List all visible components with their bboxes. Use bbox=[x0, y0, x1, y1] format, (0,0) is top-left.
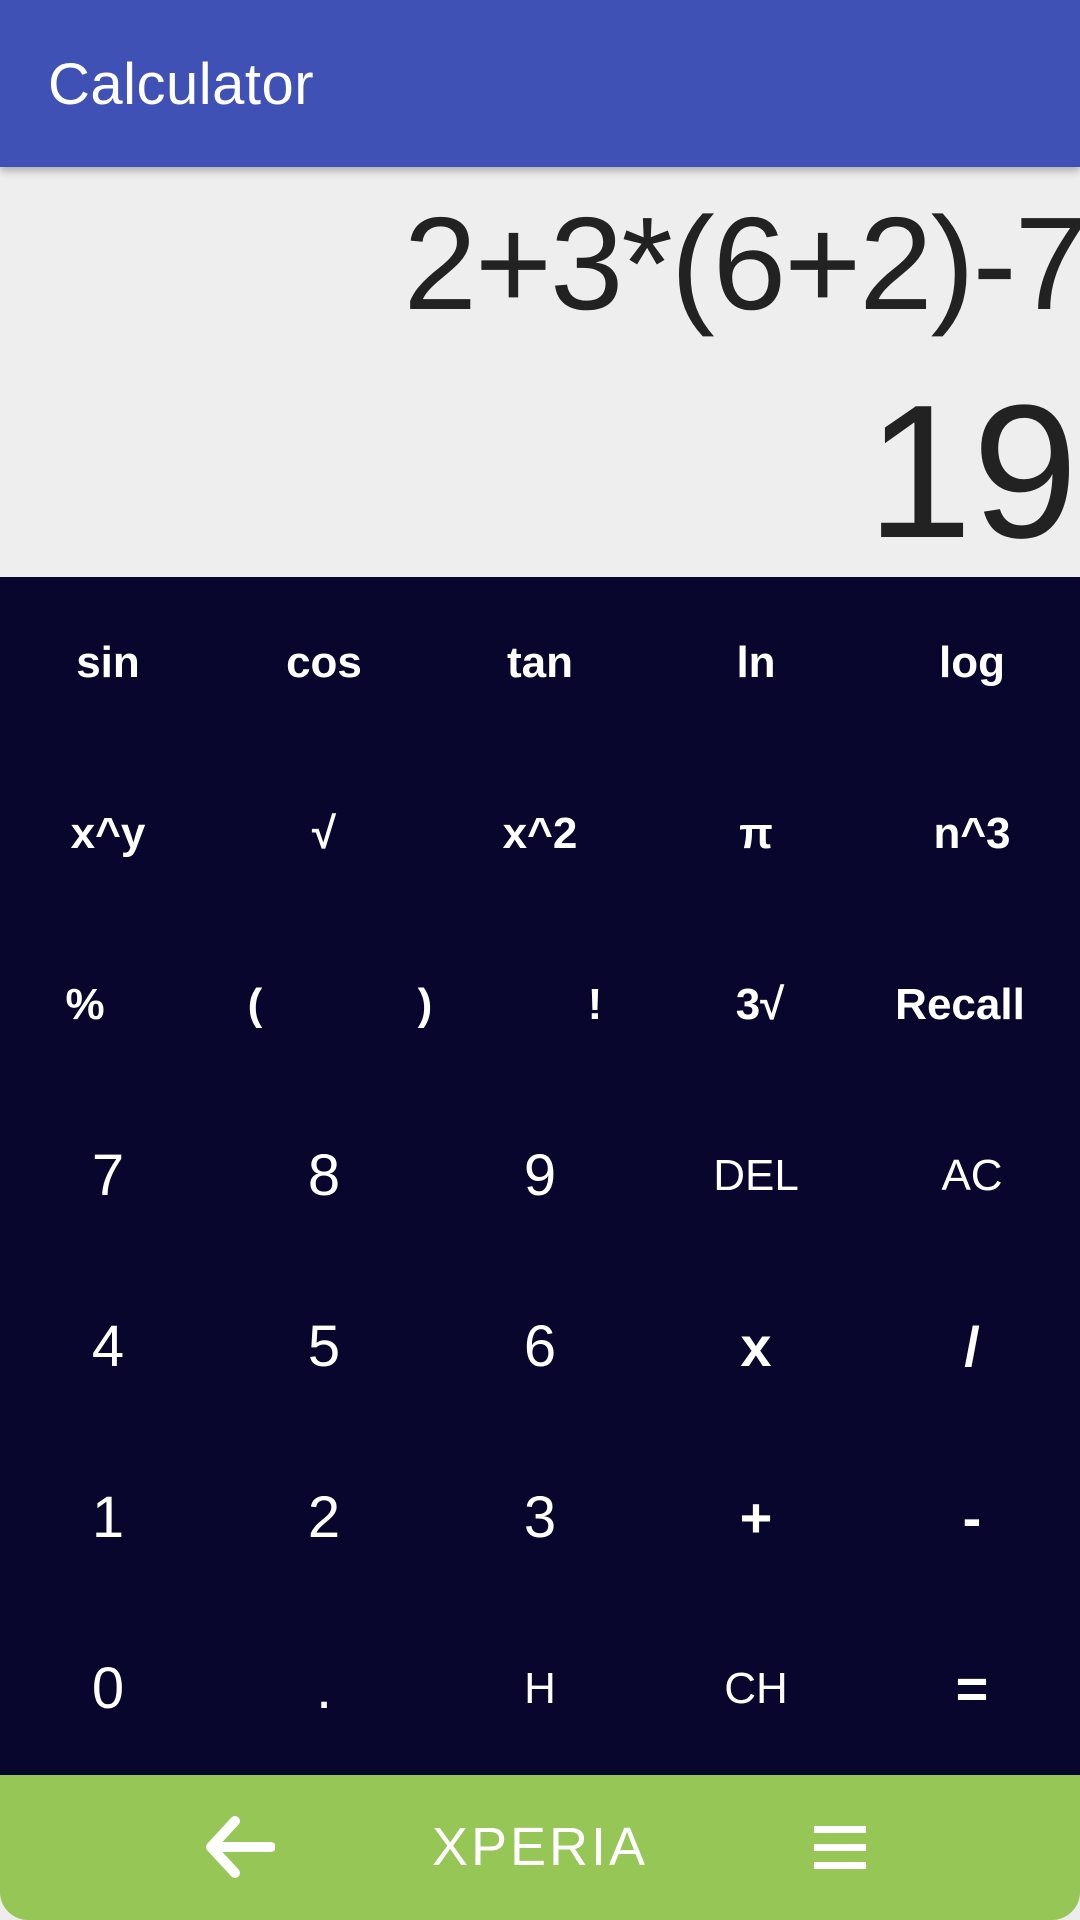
power-button[interactable]: x^y bbox=[0, 748, 216, 919]
display-panel: 2+3*(6+2)-7 19 bbox=[0, 167, 1080, 577]
all-clear-button[interactable]: AC bbox=[864, 1090, 1080, 1261]
digit-4-button[interactable]: 4 bbox=[0, 1261, 216, 1432]
digit-0-button[interactable]: 0 bbox=[0, 1603, 216, 1774]
log-button[interactable]: log bbox=[864, 577, 1080, 748]
equals-button[interactable]: = bbox=[864, 1603, 1080, 1774]
keypad-row-123: 1 2 3 + - bbox=[0, 1432, 1080, 1603]
digit-2-button[interactable]: 2 bbox=[216, 1432, 432, 1603]
multiply-button[interactable]: x bbox=[648, 1261, 864, 1432]
factorial-button[interactable]: ! bbox=[510, 919, 680, 1090]
app-bar: Calculator bbox=[0, 0, 1080, 167]
digit-8-button[interactable]: 8 bbox=[216, 1090, 432, 1261]
tan-button[interactable]: tan bbox=[432, 577, 648, 748]
app-title: Calculator bbox=[48, 52, 315, 117]
keypad-row-bottom: 0 . H CH = bbox=[0, 1603, 1080, 1774]
cube-root-button[interactable]: 3√ bbox=[680, 919, 840, 1090]
calculator-app: Calculator 2+3*(6+2)-7 19 sin cos tan ln… bbox=[0, 0, 1080, 1920]
digit-5-button[interactable]: 5 bbox=[216, 1261, 432, 1432]
digit-7-button[interactable]: 7 bbox=[0, 1090, 216, 1261]
digit-1-button[interactable]: 1 bbox=[0, 1432, 216, 1603]
keypad-row-456: 4 5 6 x / bbox=[0, 1261, 1080, 1432]
system-nav-bar: XPERIA bbox=[0, 1775, 1080, 1920]
keypad-row-misc: % ( ) ! 3√ Recall bbox=[0, 919, 1080, 1090]
hamburger-menu-icon[interactable] bbox=[810, 1823, 870, 1873]
digit-6-button[interactable]: 6 bbox=[432, 1261, 648, 1432]
divide-button[interactable]: / bbox=[864, 1261, 1080, 1432]
delete-button[interactable]: DEL bbox=[648, 1090, 864, 1261]
square-button[interactable]: x^2 bbox=[432, 748, 648, 919]
back-arrow-icon[interactable] bbox=[205, 1815, 276, 1879]
plus-button[interactable]: + bbox=[648, 1432, 864, 1603]
cos-button[interactable]: cos bbox=[216, 577, 432, 748]
minus-button[interactable]: - bbox=[864, 1432, 1080, 1603]
keypad-row-trig: sin cos tan ln log bbox=[0, 577, 1080, 748]
keypad: sin cos tan ln log x^y √ x^2 π n^3 % ( )… bbox=[0, 577, 1080, 1775]
keypad-row-powers: x^y √ x^2 π n^3 bbox=[0, 748, 1080, 919]
sin-button[interactable]: sin bbox=[0, 577, 216, 748]
result-display: 19 bbox=[866, 366, 1078, 578]
history-button[interactable]: H bbox=[432, 1603, 648, 1774]
recall-button[interactable]: Recall bbox=[840, 919, 1080, 1090]
clear-history-button[interactable]: CH bbox=[648, 1603, 864, 1774]
xperia-logo: XPERIA bbox=[431, 1817, 649, 1877]
expression-display: 2+3*(6+2)-7 bbox=[403, 190, 1080, 337]
digit-9-button[interactable]: 9 bbox=[432, 1090, 648, 1261]
ln-button[interactable]: ln bbox=[648, 577, 864, 748]
cube-button[interactable]: n^3 bbox=[864, 748, 1080, 919]
decimal-point-button[interactable]: . bbox=[216, 1603, 432, 1774]
percent-button[interactable]: % bbox=[0, 919, 170, 1090]
sqrt-button[interactable]: √ bbox=[216, 748, 432, 919]
open-paren-button[interactable]: ( bbox=[170, 919, 340, 1090]
digit-3-button[interactable]: 3 bbox=[432, 1432, 648, 1603]
pi-button[interactable]: π bbox=[648, 748, 864, 919]
keypad-row-789: 7 8 9 DEL AC bbox=[0, 1090, 1080, 1261]
close-paren-button[interactable]: ) bbox=[340, 919, 510, 1090]
